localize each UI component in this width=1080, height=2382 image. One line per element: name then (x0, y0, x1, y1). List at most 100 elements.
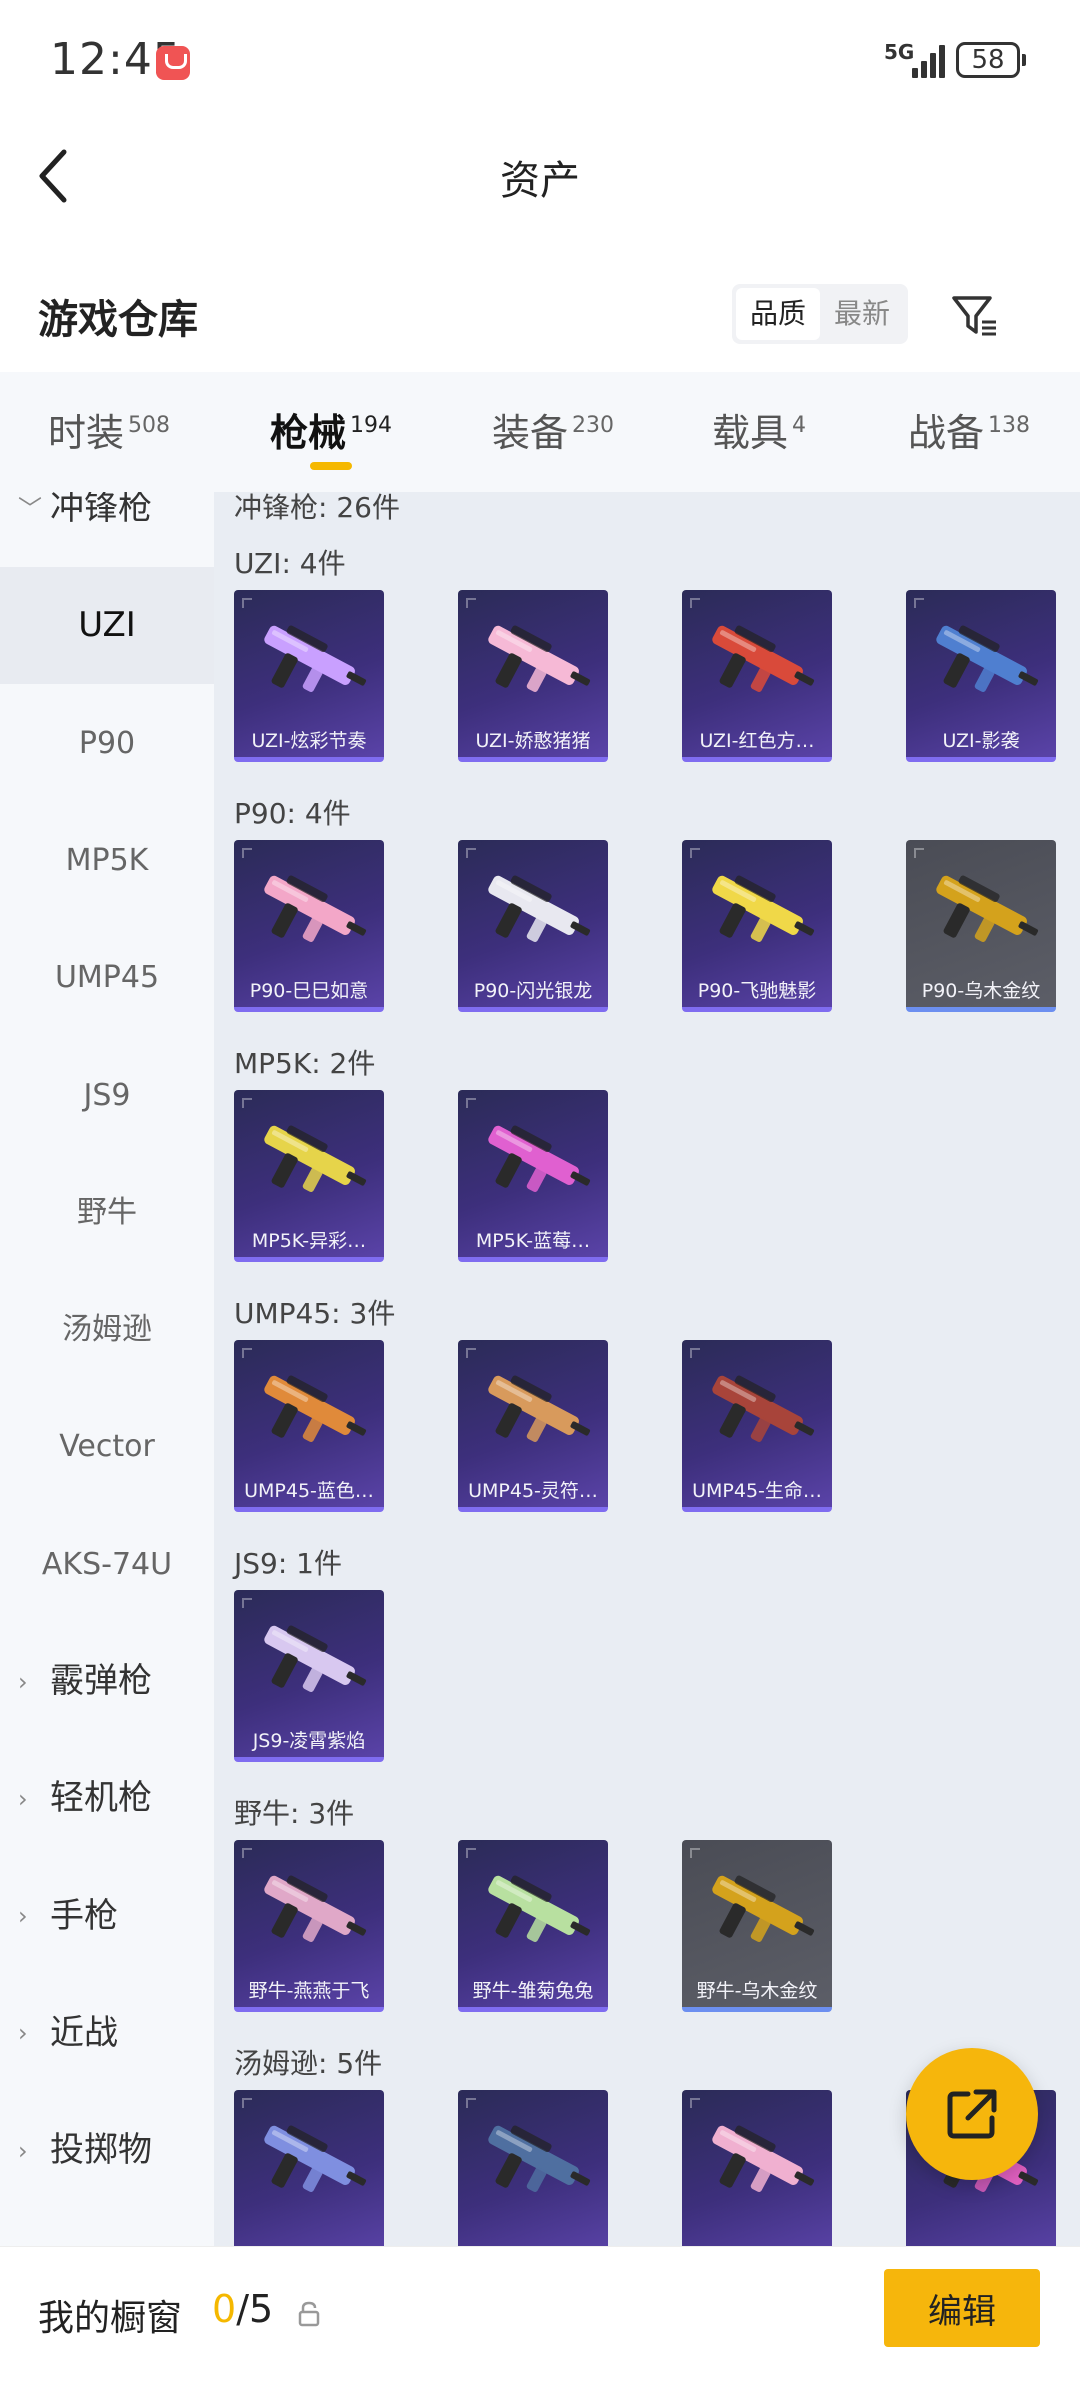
active-tab-indicator (310, 462, 352, 470)
weapon-card[interactable]: JS9-凌霄紫焰 (234, 1590, 384, 1762)
weapon-grid: 冲锋枪: 26件 UZI: 4件 UZI-炫彩节奏 UZI-娇憨猪猪 UZI-红色方…… (214, 492, 1080, 2246)
sidebar-item[interactable]: JS9 (0, 1037, 214, 1154)
weapon-image (488, 1125, 591, 1192)
share-fab[interactable] (906, 2048, 1038, 2180)
weapon-card[interactable] (458, 2090, 608, 2246)
card-corner-decoration (242, 1598, 252, 1608)
weapon-name: UMP45-灵符… (468, 1480, 598, 1502)
weapon-card[interactable]: UZI-炫彩节奏 (234, 590, 384, 762)
weapon-group-label: UZI: 4件 (234, 547, 346, 580)
sidebar-item-label: 霰弹枪 (50, 1661, 152, 1701)
chevron-right-icon: › (18, 1902, 28, 1931)
weapon-card[interactable]: MP5K-异彩… (234, 1090, 384, 1262)
sidebar-item-label: JS9 (83, 1077, 131, 1113)
weapon-card[interactable] (234, 2090, 384, 2246)
weapon-image (936, 875, 1039, 942)
sidebar-item-label: 投掷物 (50, 2130, 152, 2171)
weapon-name: 野牛-燕燕于飞 (248, 1980, 370, 2002)
edit-button[interactable]: 编辑 (884, 2269, 1040, 2347)
weapon-image (264, 625, 367, 692)
sidebar-item[interactable]: UZI (0, 567, 214, 685)
card-corner-decoration (914, 598, 924, 608)
tab-supplies[interactable]: 战备 138 (908, 402, 1030, 457)
section-title: 游戏仓库 (38, 297, 198, 343)
sidebar-item[interactable]: 野牛 (0, 1154, 214, 1271)
share-icon (947, 2089, 997, 2139)
sidebar-item[interactable]: P90 (0, 685, 214, 802)
weapon-group-label: 野牛: 3件 (234, 1797, 355, 1830)
card-corner-decoration (242, 1098, 252, 1108)
weapon-image (488, 1375, 591, 1442)
sort-toggle: 品质 最新 (732, 284, 908, 344)
weapon-card[interactable]: UZI-红色方… (682, 590, 832, 762)
weapon-image (488, 2125, 591, 2192)
weapon-card[interactable]: 野牛-乌木金纹 (682, 1840, 832, 2012)
weapon-image (712, 1375, 815, 1442)
weapon-group-label: UMP45: 3件 (234, 1297, 396, 1330)
sidebar-item-label: 野牛 (77, 1194, 137, 1230)
sidebar-item-label: UMP45 (54, 960, 160, 996)
weapon-card[interactable]: 野牛-燕燕于飞 (234, 1840, 384, 2012)
tab-equipment[interactable]: 装备 230 (492, 402, 614, 457)
card-corner-decoration (466, 1848, 476, 1858)
chevron-down-icon: ﹀ (18, 494, 42, 523)
sort-latest-button[interactable]: 最新 (820, 288, 904, 340)
tab-fashion[interactable]: 时装 508 (48, 402, 170, 457)
card-corner-decoration (466, 598, 476, 608)
page-title: 资产 (500, 158, 580, 204)
card-corner-decoration (466, 2098, 476, 2108)
weapon-card[interactable]: MP5K-蓝莓… (458, 1090, 608, 1262)
card-corner-decoration (242, 1348, 252, 1358)
lock-icon (298, 2301, 320, 2327)
card-corner-decoration (690, 1848, 700, 1858)
chevron-right-icon: › (18, 1667, 28, 1696)
weapon-name: UZI-娇憨猪猪 (475, 730, 591, 752)
weapon-card[interactable]: 野牛-雏菊兔兔 (458, 1840, 608, 2012)
chevron-right-icon: › (18, 1784, 28, 1813)
weapon-name: 野牛-雏菊兔兔 (472, 1980, 594, 2002)
sidebar-category[interactable]: › 轻机枪 (0, 1740, 214, 1857)
weapon-card[interactable] (682, 2090, 832, 2246)
weapon-card[interactable]: UZI-娇憨猪猪 (458, 590, 608, 762)
sidebar-item[interactable]: AKS-74U (0, 1506, 214, 1623)
weapon-image (264, 1875, 367, 1942)
weapon-image (264, 2125, 367, 2192)
tab-firearms[interactable]: 枪械 194 (270, 402, 392, 457)
tab-vehicles[interactable]: 载具 4 (712, 402, 806, 457)
sidebar-category[interactable]: › 投掷物 (0, 2092, 214, 2209)
sidebar-category[interactable]: › 手枪 (0, 1858, 214, 1975)
weapon-card[interactable]: UMP45-生命… (682, 1340, 832, 1512)
card-corner-decoration (242, 1848, 252, 1858)
sidebar-item-label: 冲锋枪 (50, 492, 152, 528)
sort-quality-button[interactable]: 品质 (736, 288, 820, 340)
sidebar-category[interactable]: › 近战 (0, 1975, 214, 2092)
weapon-card[interactable]: P90-巳巳如意 (234, 840, 384, 1012)
weapon-name: UMP45-蓝色… (244, 1480, 374, 1502)
weapon-image (488, 875, 591, 942)
sidebar-category[interactable]: › 霰弹枪 (0, 1623, 214, 1740)
chevron-right-icon: › (18, 2019, 28, 2048)
card-corner-decoration (242, 598, 252, 608)
card-corner-decoration (242, 848, 252, 858)
sidebar-item-label: 轻机枪 (50, 1778, 152, 1819)
sidebar-item[interactable]: 汤姆逊 (0, 1271, 214, 1388)
weapon-card[interactable]: P90-飞驰魅影 (682, 840, 832, 1012)
weapon-card[interactable]: UMP45-灵符… (458, 1340, 608, 1512)
sidebar-item[interactable]: UMP45 (0, 919, 214, 1036)
weapon-card[interactable]: P90-乌木金纹 (906, 840, 1056, 1012)
weapon-name: P90-闪光银龙 (473, 980, 593, 1002)
weapon-card[interactable]: UMP45-蓝色… (234, 1340, 384, 1512)
weapon-image (488, 625, 591, 692)
filter-icon[interactable] (950, 290, 1000, 340)
sidebar-item[interactable]: MP5K (0, 802, 214, 919)
weapon-name: MP5K-异彩… (251, 1230, 367, 1252)
weapon-image (264, 1625, 367, 1692)
network-type: 5G (884, 40, 915, 64)
sidebar-item[interactable]: Vector (0, 1388, 214, 1505)
weapon-image (264, 1375, 367, 1442)
sidebar-category[interactable]: ﹀ 冲锋枪 (0, 492, 214, 567)
weapon-card[interactable]: UZI-影袭 (906, 590, 1056, 762)
sidebar-item-label: AKS-74U (41, 1546, 173, 1582)
weapon-card[interactable]: P90-闪光银龙 (458, 840, 608, 1012)
category-count-header: 冲锋枪: 26件 (234, 492, 400, 524)
